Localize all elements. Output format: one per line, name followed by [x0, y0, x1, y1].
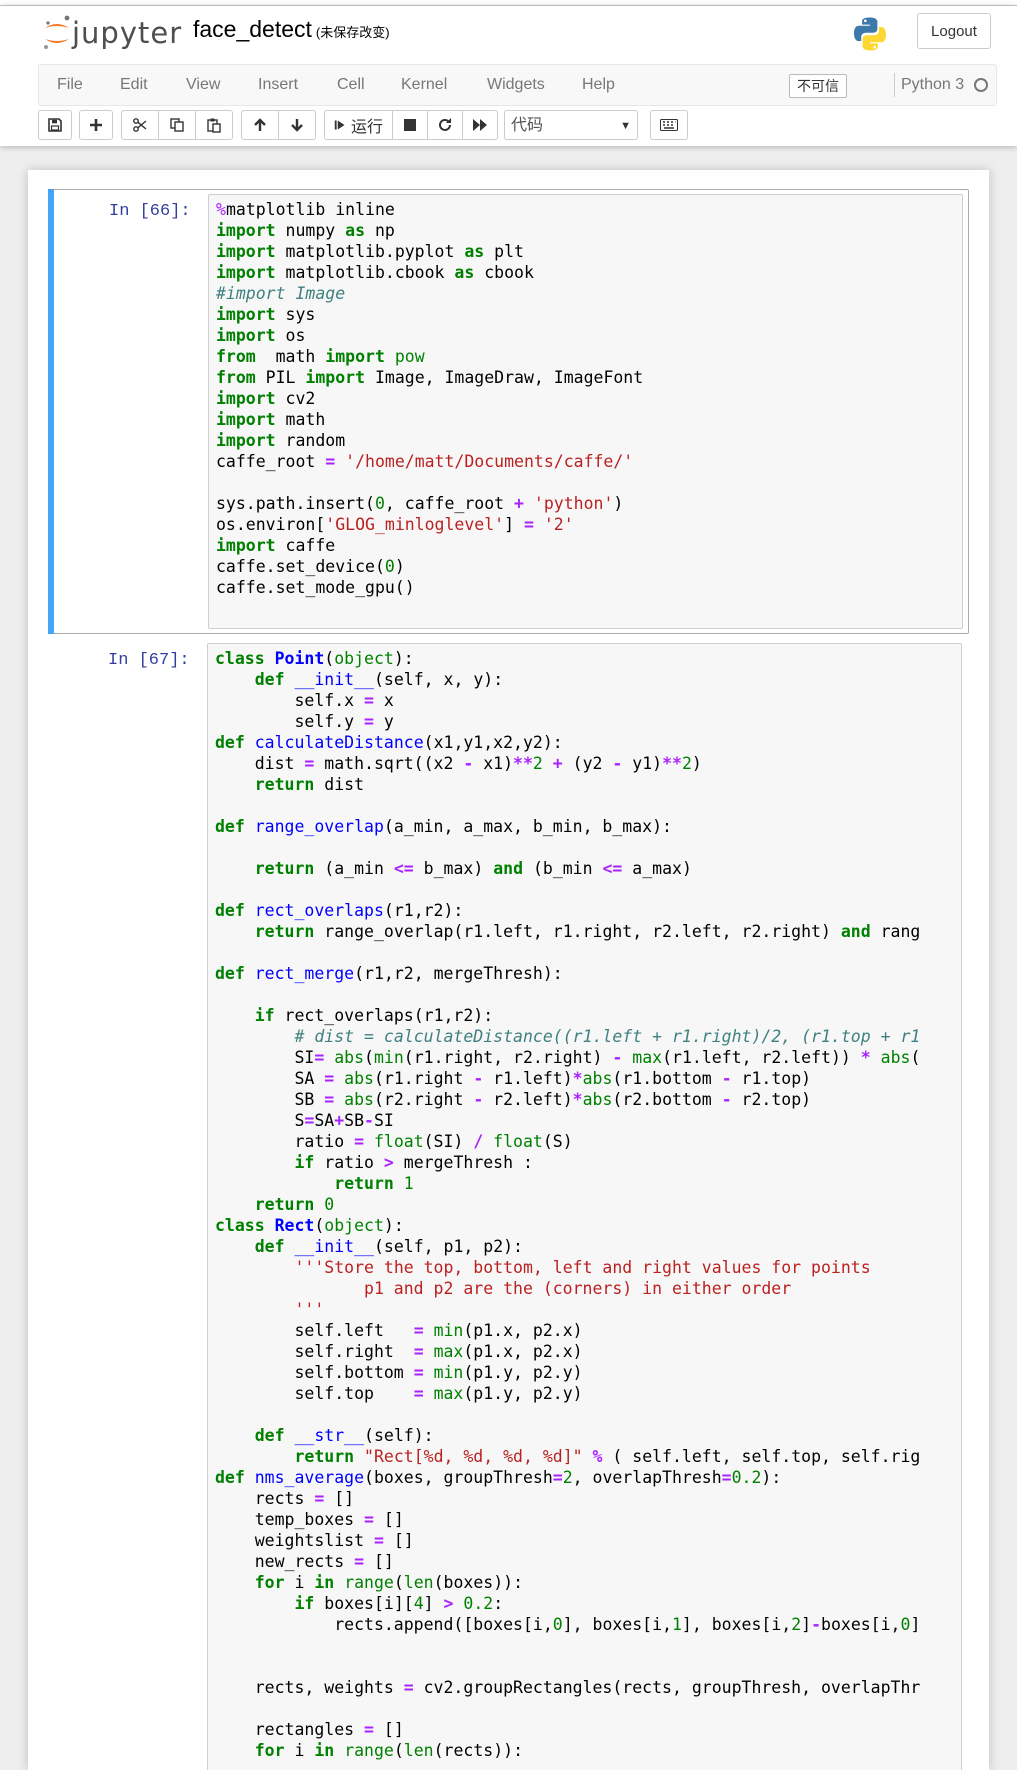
- kernel-divider: [894, 73, 895, 97]
- plus-icon: [90, 119, 102, 131]
- menu-cell[interactable]: Cell: [337, 65, 365, 105]
- notebook-container: In [66]: %matplotlib inline import numpy…: [28, 170, 989, 1770]
- jupyter-logo-icon: [44, 15, 70, 49]
- menu-file[interactable]: File: [57, 65, 83, 105]
- toolbar: 运行 代码 ▼: [38, 108, 995, 142]
- paste-button[interactable]: [195, 110, 233, 140]
- step-forward-icon: [334, 120, 345, 130]
- input-prompt: In [66]:: [109, 202, 191, 221]
- cut-button[interactable]: [121, 110, 159, 140]
- keyboard-icon: [660, 119, 678, 131]
- notebook-name[interactable]: face_detect: [193, 16, 312, 42]
- fast-forward-icon: [473, 119, 487, 131]
- save-status: (未保存改变): [315, 25, 390, 40]
- menu-view[interactable]: View: [186, 65, 220, 105]
- arrow-down-icon: [291, 119, 303, 132]
- code-cell[interactable]: In [67]: class Point(object): def __init…: [48, 639, 969, 1770]
- python-logo-icon: [854, 17, 886, 51]
- insert-cell-button[interactable]: [79, 110, 113, 140]
- cell-type-value: 代码: [511, 117, 544, 134]
- command-palette-button[interactable]: [650, 110, 688, 140]
- menu-edit[interactable]: Edit: [120, 65, 148, 105]
- move-up-button[interactable]: [241, 110, 279, 140]
- kernel-name[interactable]: Python 3: [901, 65, 964, 105]
- code-text[interactable]: %matplotlib inline import numpy as np im…: [209, 195, 962, 602]
- input-prompt: In [67]:: [108, 651, 190, 670]
- menu-bar: File Edit View Insert Cell Kernel Widget…: [38, 64, 997, 106]
- code-cell[interactable]: In [66]: %matplotlib inline import numpy…: [48, 189, 969, 634]
- menu-help[interactable]: Help: [582, 65, 615, 105]
- run-button[interactable]: 运行: [324, 110, 393, 140]
- menu-insert[interactable]: Insert: [258, 65, 298, 105]
- menu-widgets[interactable]: Widgets: [487, 65, 545, 105]
- refresh-icon: [439, 118, 451, 131]
- restart-kernel-button[interactable]: [427, 110, 463, 140]
- copy-icon: [170, 118, 184, 132]
- copy-button[interactable]: [158, 110, 196, 140]
- chevron-down-icon: ▼: [620, 120, 631, 132]
- code-editor[interactable]: %matplotlib inline import numpy as np im…: [208, 194, 963, 629]
- move-down-button[interactable]: [278, 110, 316, 140]
- logo-text: jupyter: [72, 16, 183, 50]
- paste-icon: [207, 118, 221, 133]
- restart-run-all-button[interactable]: [462, 110, 498, 140]
- stop-icon: [404, 119, 416, 131]
- cell-type-select[interactable]: 代码 ▼: [504, 110, 638, 140]
- menu-kernel[interactable]: Kernel: [401, 65, 447, 105]
- cut-icon: [133, 118, 147, 132]
- kernel-idle-indicator-icon: [974, 78, 988, 92]
- code-text[interactable]: class Point(object): def __init__(self, …: [208, 644, 961, 1765]
- jupyter-logo[interactable]: jupyter: [42, 12, 181, 52]
- save-icon: [48, 118, 62, 132]
- logout-button[interactable]: Logout: [917, 13, 991, 49]
- interrupt-kernel-button[interactable]: [392, 110, 428, 140]
- arrow-up-icon: [254, 118, 266, 131]
- trust-badge[interactable]: 不可信: [789, 74, 847, 98]
- save-button[interactable]: [38, 110, 72, 140]
- run-label: 运行: [350, 119, 383, 136]
- notebook-title[interactable]: face_detect (未保存改变): [193, 16, 390, 43]
- notebook-header: jupyter face_detect (未保存改变) Logout File E…: [0, 6, 1017, 146]
- code-editor[interactable]: class Point(object): def __init__(self, …: [207, 643, 962, 1770]
